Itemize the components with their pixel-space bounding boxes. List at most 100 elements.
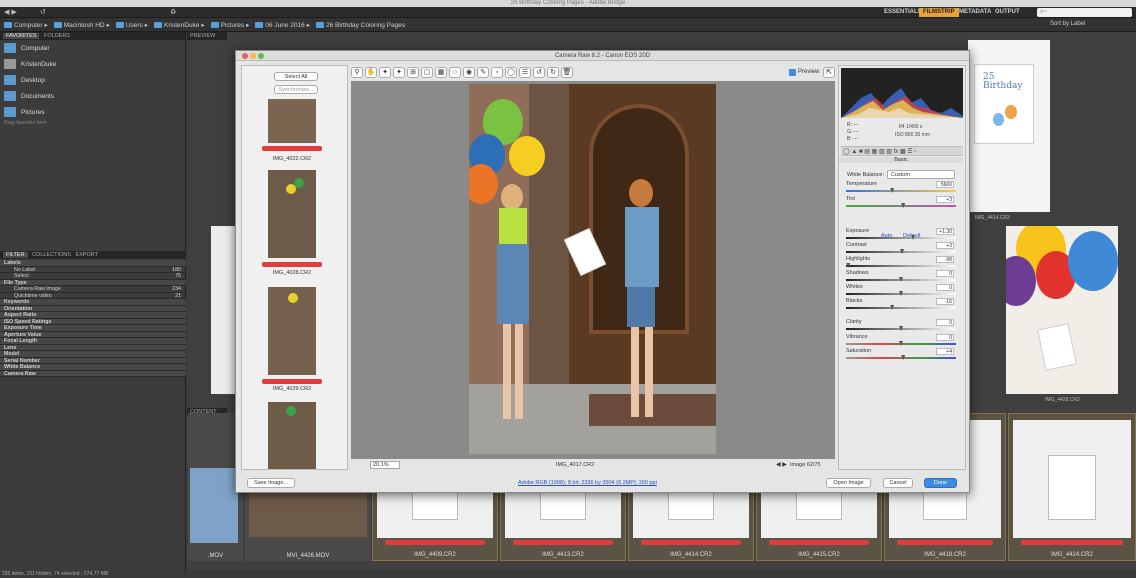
slider-track[interactable] — [846, 291, 956, 296]
tab-export[interactable]: EXPORT — [75, 252, 98, 258]
red-eye-icon[interactable]: ◉ — [463, 67, 475, 78]
radial-filter-icon[interactable]: ◯ — [505, 67, 517, 78]
workspace-output[interactable]: OUTPUT — [991, 8, 1024, 17]
prev-image-arrow-icon[interactable]: ◀ ▶ — [776, 461, 787, 468]
raw-thumb-4[interactable] — [268, 402, 316, 469]
slider-track[interactable] — [846, 188, 956, 193]
slider-saturation[interactable]: Saturation +4 — [846, 348, 956, 363]
transform-tool-icon[interactable]: ▦ — [435, 67, 447, 78]
slider-track[interactable] — [846, 341, 956, 346]
search-input[interactable]: ⌕~ — [1037, 8, 1132, 17]
slider-track[interactable] — [846, 355, 956, 360]
favorite-pictures[interactable]: Pictures — [0, 104, 185, 120]
open-image-button[interactable]: Open Image — [826, 478, 871, 488]
slider-shadows[interactable]: Shadows 0 — [846, 270, 956, 285]
color-sampler-icon[interactable]: ✦ — [393, 67, 405, 78]
tab-preview[interactable]: PREVIEW — [187, 32, 227, 40]
favorite-desktop[interactable]: Desktop — [0, 72, 185, 88]
slider-whites[interactable]: Whites 0 — [846, 284, 956, 299]
slider-value-input[interactable]: 0 — [936, 334, 954, 341]
workspace-metadata[interactable]: METADATA — [955, 8, 995, 17]
slider-blacks[interactable]: Blacks -16 — [846, 298, 956, 313]
delete-icon[interactable]: 🗑 — [561, 67, 573, 78]
workflow-options-link[interactable]: Adobe RGB (1998); 8 bit; 2336 by 3504 (8… — [518, 480, 657, 486]
slider-contrast[interactable]: Contrast +3 — [846, 242, 956, 257]
film-thumb[interactable]: IMG_4424.CR2 — [1008, 413, 1136, 561]
hand-tool-icon[interactable]: ✋ — [365, 67, 377, 78]
rotate-left-icon[interactable]: ↺ — [533, 67, 545, 78]
slider-value-input[interactable]: 0 — [936, 319, 954, 326]
select-all-button[interactable]: Select All — [274, 72, 318, 81]
tab-folders[interactable]: FOLDERS — [44, 33, 70, 39]
slider-clarity[interactable]: Clarity 0 — [846, 319, 956, 334]
slider-tint[interactable]: Tint +3 — [846, 196, 956, 211]
raw-thumb-2[interactable] — [262, 170, 322, 270]
white-balance-tool-icon[interactable]: ✦ — [379, 67, 391, 78]
tab-favorites[interactable]: FAVORITES — [3, 33, 40, 39]
slider-thumb[interactable] — [911, 235, 916, 240]
crumb-computer[interactable]: Computer ▸ — [4, 18, 48, 32]
slider-value-input[interactable]: -16 — [936, 298, 954, 305]
slider-highlights[interactable]: Highlights -98 — [846, 256, 956, 271]
synchronize-button[interactable]: Synchronize... — [274, 85, 318, 94]
slider-track[interactable] — [846, 305, 956, 310]
slider-track[interactable] — [846, 277, 956, 282]
crumb-current[interactable]: 26 Birthday Coloring Pages — [315, 18, 405, 32]
slider-value-input[interactable]: +3 — [936, 196, 954, 203]
graduated-filter-icon[interactable]: ▫ — [491, 67, 503, 78]
sort-dropdown[interactable]: Sort by Label — [1050, 21, 1085, 27]
basic-tab-icon[interactable]: ◯ ▲ ■ ▤ ▦ ▧ ▨ fx ▩ ☰ ▫ — [843, 148, 916, 155]
zoom-icon[interactable] — [258, 53, 264, 59]
slider-track[interactable] — [846, 249, 956, 254]
done-button[interactable]: Done — [924, 478, 957, 488]
slider-value-input[interactable]: +3 — [936, 242, 954, 249]
trash-icon[interactable]: ♻ — [170, 8, 176, 16]
back-icon[interactable]: ◀ ▶ — [4, 8, 17, 16]
crumb-kristenduke[interactable]: KristenDuke ▸ — [154, 18, 205, 32]
slider-value-input[interactable]: +4 — [936, 348, 954, 355]
slider-thumb[interactable] — [899, 291, 903, 296]
rotate-icon[interactable]: ↺ — [40, 8, 46, 16]
slider-thumb[interactable] — [899, 326, 903, 331]
slider-thumb[interactable] — [899, 341, 903, 346]
crop-tool-icon[interactable]: ⊞ — [407, 67, 419, 78]
slider-vibrance[interactable]: Vibrance 0 — [846, 334, 956, 349]
favorite-computer[interactable]: Computer — [0, 40, 185, 56]
crumb-june[interactable]: 06 June 2016 ▸ — [255, 18, 310, 32]
zoom-field[interactable]: 20.1% — [370, 461, 400, 469]
slider-value-input[interactable]: 5600 — [936, 181, 954, 188]
slider-thumb[interactable] — [900, 249, 905, 254]
slider-track[interactable] — [846, 326, 956, 331]
favorite-user[interactable]: KristenDuke — [0, 56, 185, 72]
fullscreen-icon[interactable]: ⇱ — [823, 67, 835, 78]
slider-temperature[interactable]: Temperature 5600 — [846, 181, 956, 196]
spot-removal-icon[interactable]: ○ — [449, 67, 461, 78]
slider-track[interactable] — [846, 203, 956, 208]
slider-thumb[interactable] — [890, 188, 895, 193]
slider-thumb[interactable] — [890, 305, 895, 310]
slider-value-input[interactable]: 0 — [936, 270, 954, 277]
favorite-documents[interactable]: Documents — [0, 88, 185, 104]
crumb-users[interactable]: Users ▸ — [115, 18, 148, 32]
slider-value-input[interactable]: 0 — [936, 284, 954, 291]
workspace-filmstrip[interactable]: FILMSTRIP — [919, 8, 959, 17]
crumb-hd[interactable]: Macintosh HD ▸ — [53, 18, 110, 32]
slider-exposure[interactable]: Exposure +1.30 — [846, 228, 956, 243]
slider-track[interactable] — [846, 263, 956, 268]
raw-thumb-1[interactable] — [262, 99, 322, 151]
filter-category[interactable]: Camera Raw — [0, 370, 186, 377]
cancel-button[interactable]: Cancel — [883, 478, 913, 488]
preferences-icon[interactable]: ☰ — [519, 67, 531, 78]
close-icon[interactable] — [242, 53, 248, 59]
minimize-icon[interactable] — [250, 53, 256, 59]
zoom-tool-icon[interactable]: ⚲ — [351, 67, 363, 78]
slider-track[interactable] — [846, 235, 956, 240]
adjustment-brush-icon[interactable]: ✎ — [477, 67, 489, 78]
slider-value-input[interactable]: +1.30 — [936, 228, 954, 235]
slider-thumb[interactable] — [901, 355, 906, 360]
tab-filter[interactable]: FILTER — [3, 252, 28, 258]
slider-thumb[interactable] — [846, 263, 851, 268]
raw-thumb-3[interactable] — [262, 287, 322, 387]
white-balance-select[interactable]: Custom — [887, 170, 955, 179]
straighten-tool-icon[interactable]: ▢ — [421, 67, 433, 78]
